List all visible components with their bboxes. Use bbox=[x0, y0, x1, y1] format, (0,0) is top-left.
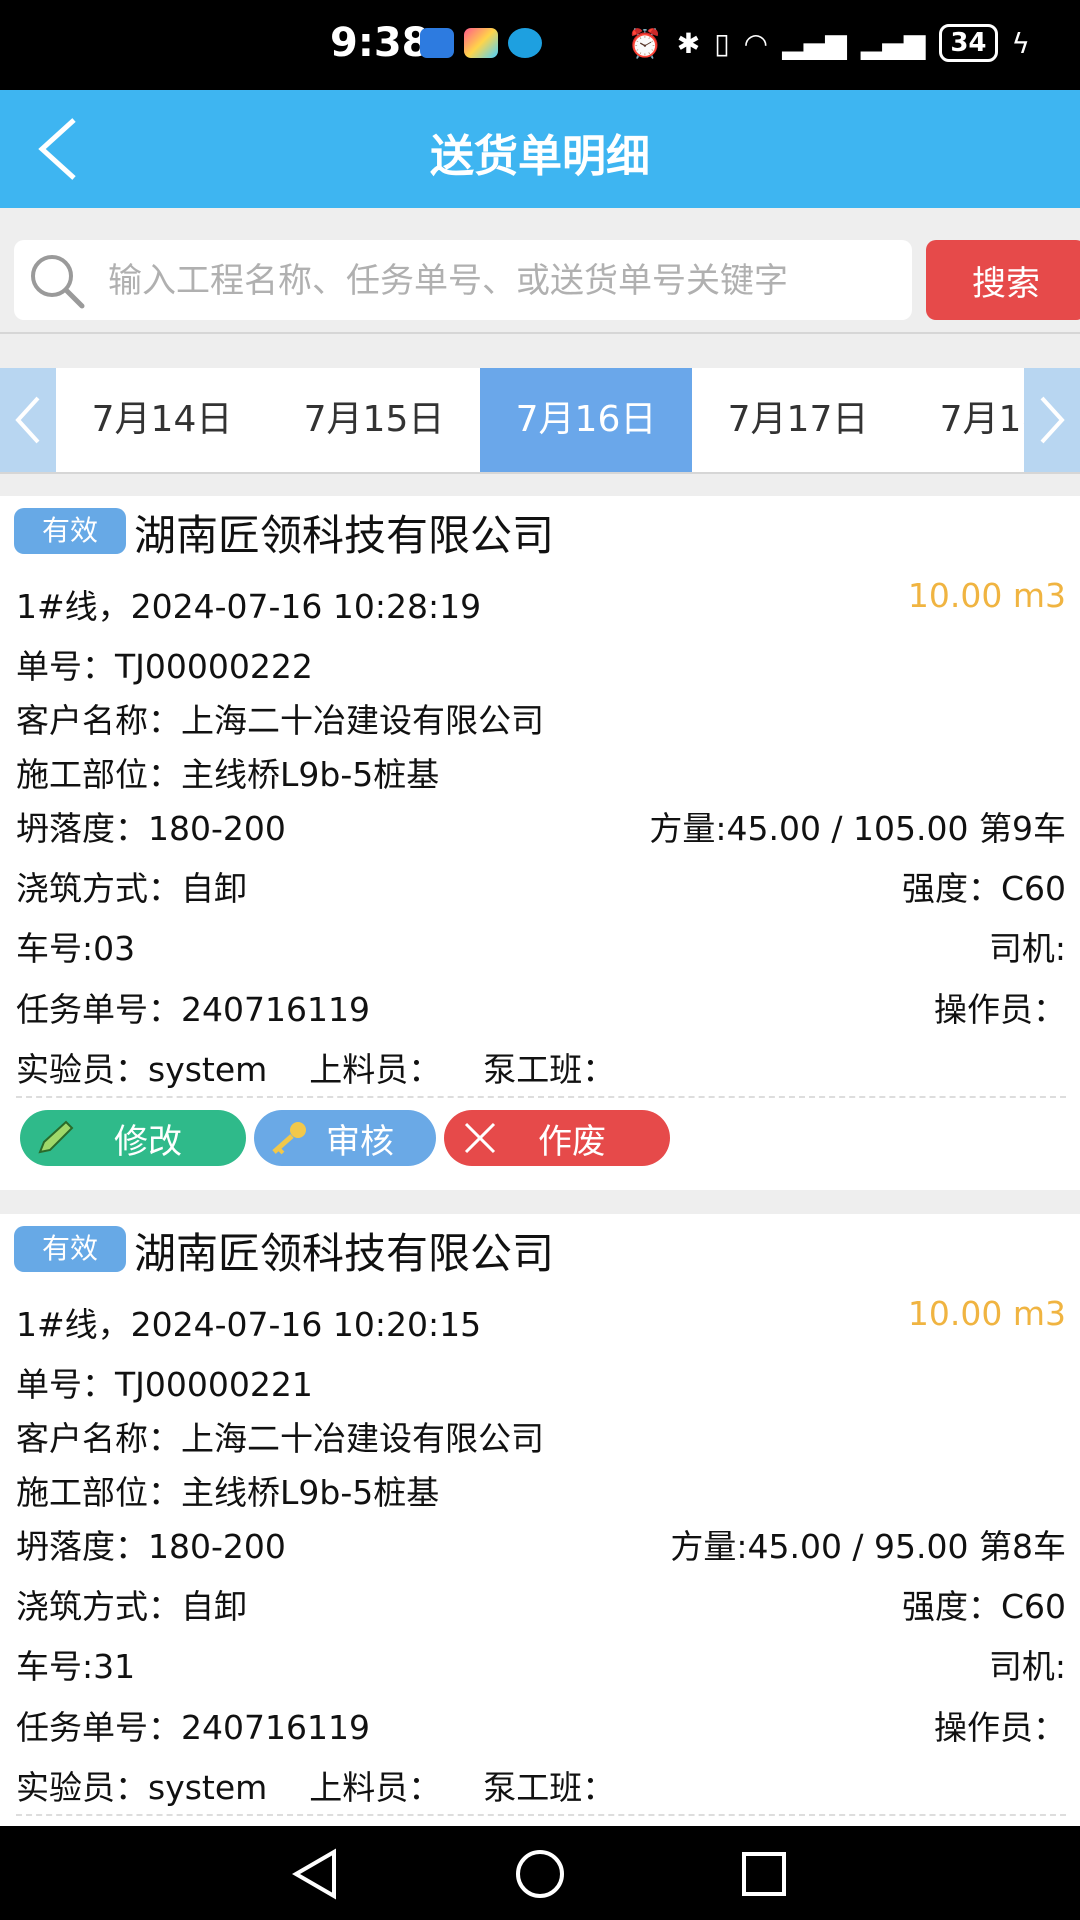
signal-4g-icon: ▂▄▆ bbox=[860, 26, 926, 60]
status-time: 9:38 bbox=[330, 20, 430, 66]
delivery-card: 有效 湖南匠领科技有限公司 1#线，2024-07-16 10:28:19 10… bbox=[0, 496, 1080, 1190]
date-tab-selected[interactable]: 7月16日 bbox=[480, 368, 692, 472]
staff-info: 实验员：system 上料员： 泵工班： bbox=[16, 1768, 616, 1807]
operator: 操作员： bbox=[934, 990, 1066, 1029]
order-number: 单号：TJ00000221 bbox=[16, 1365, 313, 1404]
app-bar: 送货单明细 bbox=[0, 90, 1080, 208]
void-button[interactable]: 作废 bbox=[444, 1110, 670, 1166]
amount: 方量:45.00 / 105.00 第9车 bbox=[649, 809, 1066, 848]
date-tab[interactable]: 7月14日 bbox=[56, 368, 268, 472]
amount: 方量:45.00 / 95.00 第8车 bbox=[670, 1527, 1066, 1566]
date-selector: 7月14日 7月15日 7月16日 7月17日 7月18日 bbox=[0, 368, 1080, 474]
truck-number: 车号:03 bbox=[16, 929, 136, 968]
notification-icons bbox=[420, 28, 542, 58]
search-icon bbox=[31, 255, 85, 309]
strength: 强度：C60 bbox=[901, 869, 1066, 908]
volume: 10.00 m3 bbox=[907, 1294, 1066, 1333]
divider bbox=[16, 1814, 1066, 1816]
chevron-right-icon bbox=[1040, 396, 1065, 444]
task-number: 任务单号：240716119 bbox=[16, 1708, 370, 1747]
truck-number: 车号:31 bbox=[16, 1647, 136, 1686]
customer-name: 客户名称：上海二十冶建设有限公司 bbox=[16, 1419, 544, 1458]
nav-back-icon[interactable] bbox=[286, 1844, 346, 1904]
driver: 司机: bbox=[988, 929, 1066, 968]
driver: 司机: bbox=[988, 1647, 1066, 1686]
status-badge: 有效 bbox=[14, 1226, 126, 1272]
void-label: 作废 bbox=[538, 1121, 606, 1162]
date-next-button[interactable] bbox=[1024, 368, 1080, 472]
alarm-icon: ⏰ bbox=[627, 26, 663, 60]
review-label: 审核 bbox=[326, 1121, 394, 1162]
date-tabs: 7月14日 7月15日 7月16日 7月17日 7月18日 bbox=[56, 368, 1080, 472]
search-button[interactable]: 搜索 bbox=[926, 240, 1080, 320]
date-tab[interactable]: 7月15日 bbox=[268, 368, 480, 472]
construction-position: 施工部位：主线桥L9b-5桩基 bbox=[16, 755, 440, 794]
nav-home-icon[interactable] bbox=[510, 1844, 570, 1904]
task-number: 任务单号：240716119 bbox=[16, 990, 370, 1029]
review-button[interactable]: 审核 bbox=[254, 1110, 436, 1166]
bluetooth-icon: ✱ bbox=[676, 26, 701, 60]
search-bar: 搜索 bbox=[0, 232, 1080, 334]
edit-label: 修改 bbox=[114, 1121, 182, 1162]
page-title: 送货单明细 bbox=[430, 131, 650, 182]
date-prev-button[interactable] bbox=[0, 368, 56, 472]
system-nav-bar bbox=[0, 1826, 1080, 1920]
search-box bbox=[14, 240, 912, 322]
operator: 操作员： bbox=[934, 1708, 1066, 1747]
construction-position: 施工部位：主线桥L9b-5桩基 bbox=[16, 1473, 440, 1512]
company-name: 湖南匠领科技有限公司 bbox=[134, 511, 555, 560]
customer-name: 客户名称：上海二十冶建设有限公司 bbox=[16, 701, 544, 740]
edit-button[interactable]: 修改 bbox=[20, 1110, 246, 1166]
volume: 10.00 m3 bbox=[907, 576, 1066, 615]
app-icon bbox=[464, 28, 498, 58]
chevron-left-icon bbox=[15, 396, 40, 444]
usb-icon bbox=[420, 28, 454, 58]
divider bbox=[16, 1096, 1066, 1098]
battery-level: 34 bbox=[939, 24, 998, 62]
staff-info: 实验员：system 上料员： 泵工班： bbox=[16, 1050, 616, 1089]
nav-recents-icon[interactable] bbox=[734, 1844, 794, 1904]
strength: 强度：C60 bbox=[901, 1587, 1066, 1626]
search-input[interactable] bbox=[106, 240, 910, 322]
company-name: 湖南匠领科技有限公司 bbox=[134, 1229, 555, 1278]
date-tab[interactable]: 7月17日 bbox=[692, 368, 904, 472]
order-number: 单号：TJ00000222 bbox=[16, 647, 313, 686]
vibrate-icon: ▯ bbox=[714, 26, 730, 60]
delivery-card: 有效 湖南匠领科技有限公司 1#线，2024-07-16 10:20:15 10… bbox=[0, 1214, 1080, 1826]
browser-icon bbox=[508, 28, 542, 58]
status-bar: 9:38 ⏰ ✱ ▯ ◠ ▂▄▆ ▂▄▆ 34 ϟ bbox=[0, 0, 1080, 90]
status-badge: 有效 bbox=[14, 508, 126, 554]
system-icons: ⏰ ✱ ▯ ◠ ▂▄▆ ▂▄▆ 34 ϟ bbox=[628, 24, 1030, 62]
wifi-icon: ◠ bbox=[743, 26, 769, 60]
charging-icon: ϟ bbox=[1011, 26, 1030, 60]
signal-5g-icon: ▂▄▆ bbox=[782, 26, 847, 60]
